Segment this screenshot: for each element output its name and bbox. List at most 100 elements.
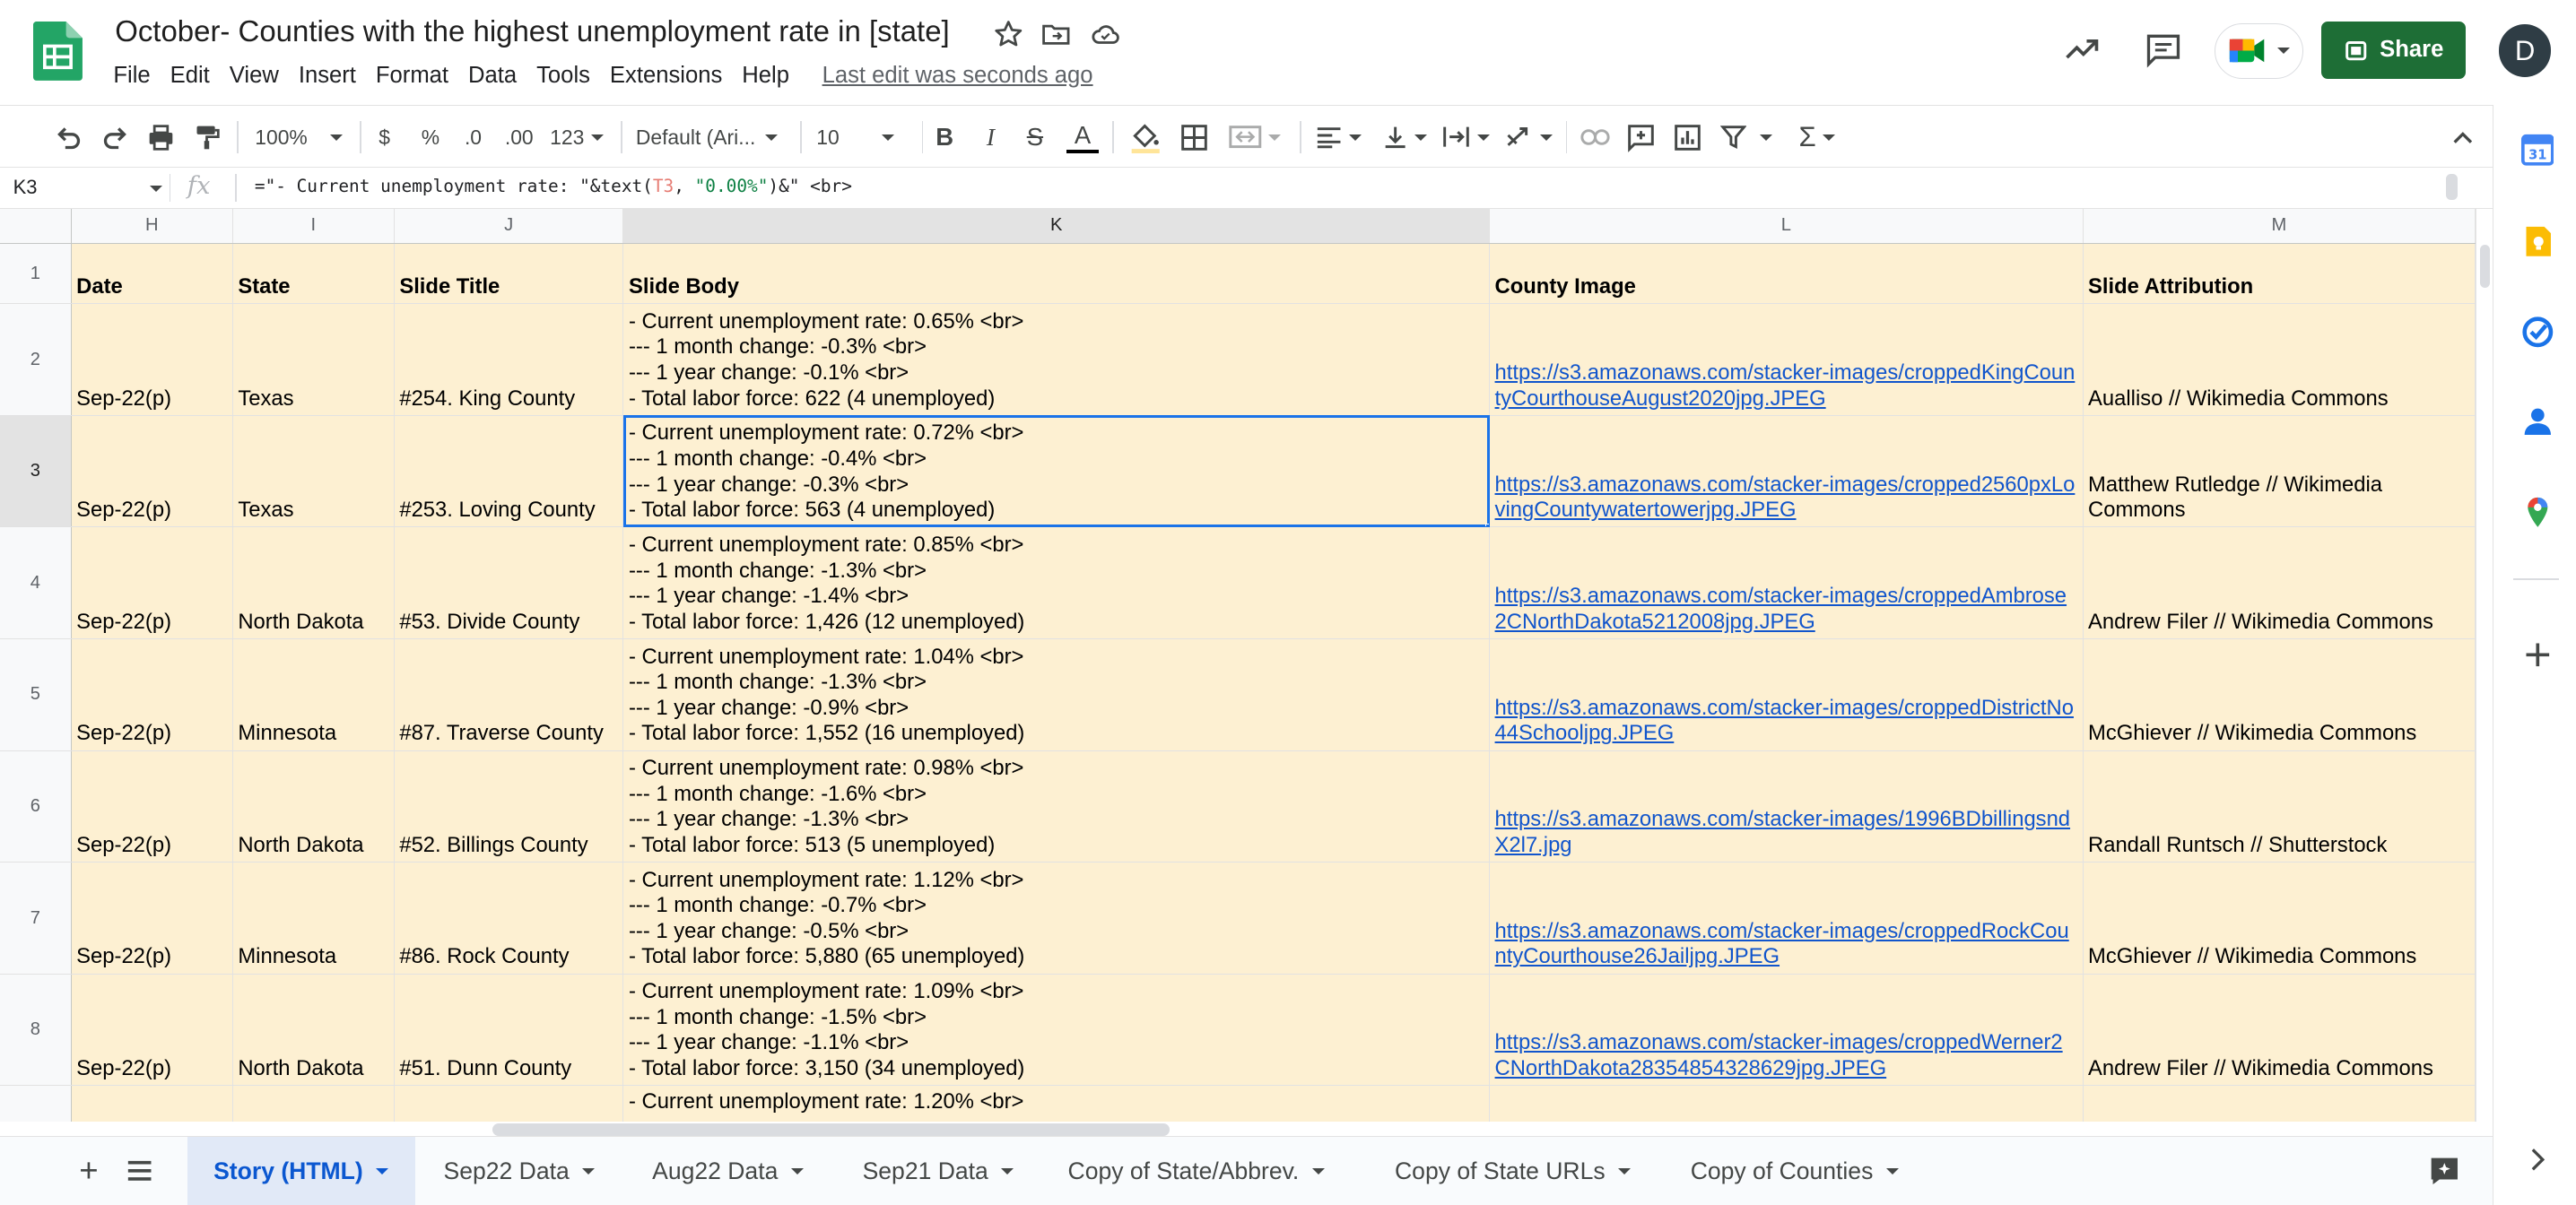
sheet-tab-sep21-data[interactable]: Sep21 Data <box>836 1137 1040 1204</box>
activity-trend-icon[interactable] <box>2062 30 2102 69</box>
date-cell[interactable]: Sep-22(p) <box>71 526 233 639</box>
formula-input[interactable]: ="- Current unemployment rate: "&text(T3… <box>255 176 852 196</box>
header-slide-body[interactable]: Slide Body <box>622 243 1491 305</box>
row-header[interactable]: 6 <box>0 750 72 863</box>
county-image-link[interactable]: https://s3.amazonaws.com/stacker-images/… <box>1495 584 2078 635</box>
sheet-tab-copy-of-counties[interactable]: Copy of Counties <box>1664 1137 1925 1204</box>
add-icon[interactable] <box>2521 638 2554 672</box>
slide-body-cell[interactable]: - Current unemployment rate: 1.04% <br> -… <box>622 638 1491 751</box>
slide-body-cell[interactable]: - Current unemployment rate: 0.98% <br> -… <box>622 750 1491 863</box>
text-color-button[interactable]: A <box>1065 121 1101 154</box>
name-box[interactable]: K3 <box>13 176 38 199</box>
slide-title-cell[interactable]: #87. Traverse County <box>394 638 624 751</box>
county-image-link[interactable]: https://s3.amazonaws.com/stacker-images/… <box>1495 807 2078 858</box>
explore-icon[interactable] <box>2426 1137 2462 1204</box>
strikethrough-button[interactable]: S <box>1020 121 1049 154</box>
menu-data[interactable]: Data <box>458 63 527 92</box>
menu-edit[interactable]: Edit <box>161 63 220 92</box>
state-cell[interactable]: Minnesota <box>232 638 395 751</box>
contacts-icon[interactable] <box>2521 405 2554 438</box>
column-header-k[interactable]: K <box>622 208 1491 244</box>
insert-link-icon[interactable] <box>1579 121 1612 154</box>
zoom-select[interactable]: 100% <box>249 121 348 154</box>
slide-title-cell[interactable] <box>394 1085 624 1122</box>
hide-side-panel-icon[interactable] <box>2521 1143 2554 1176</box>
percent-format-button[interactable]: % <box>415 121 445 154</box>
insert-comment-icon[interactable] <box>1624 121 1658 154</box>
slide-body-cell[interactable]: - Current unemployment rate: 1.12% <br> -… <box>622 862 1491 975</box>
county-image-cell[interactable]: https://s3.amazonaws.com/stacker-images/… <box>1489 526 2084 639</box>
text-rotation-icon[interactable] <box>1501 121 1554 154</box>
slide-title-cell[interactable]: #51. Dunn County <box>394 974 624 1087</box>
document-title[interactable]: October- Counties with the highest unemp… <box>115 14 950 48</box>
vertical-align-icon[interactable] <box>1379 121 1432 154</box>
calendar-icon[interactable]: 31 <box>2520 133 2554 166</box>
italic-button[interactable]: I <box>976 121 1005 154</box>
tasks-icon[interactable] <box>2521 316 2554 349</box>
sheet-tab-copy-of-state-abbrev[interactable]: Copy of State/Abbrev. <box>1041 1137 1351 1204</box>
header-date[interactable]: Date <box>71 243 233 305</box>
move-folder-icon[interactable] <box>1040 18 1073 51</box>
merge-cells-icon[interactable] <box>1225 121 1284 154</box>
insert-chart-icon[interactable] <box>1671 121 1704 154</box>
undo-icon[interactable] <box>53 121 86 154</box>
county-image-link[interactable]: https://s3.amazonaws.com/stacker-images/… <box>1495 360 2078 412</box>
attribution-cell[interactable]: Aualliso // Wikimedia Commons <box>2083 303 2476 416</box>
borders-icon[interactable] <box>1176 121 1212 154</box>
state-cell[interactable]: North Dakota <box>232 750 395 863</box>
date-cell[interactable] <box>71 1085 233 1122</box>
horizontal-align-icon[interactable] <box>1312 121 1365 154</box>
font-size-select[interactable]: 10 <box>816 121 909 154</box>
slide-title-cell[interactable]: #86. Rock County <box>394 862 624 975</box>
row-header[interactable] <box>0 1085 72 1122</box>
date-cell[interactable]: Sep-22(p) <box>71 974 233 1087</box>
attribution-cell[interactable]: Randall Runtsch // Shutterstock <box>2083 750 2476 863</box>
decrease-decimal-button[interactable]: .0 <box>458 121 488 154</box>
all-sheets-icon[interactable] <box>118 1137 161 1204</box>
filter-icon[interactable] <box>1717 121 1776 154</box>
add-sheet-icon[interactable]: + <box>65 1137 111 1204</box>
currency-format-button[interactable]: $ <box>371 121 397 154</box>
date-cell[interactable]: Sep-22(p) <box>71 862 233 975</box>
county-image-cell[interactable]: https://s3.amazonaws.com/stacker-images/… <box>1489 750 2084 863</box>
row-header[interactable]: 1 <box>0 243 72 305</box>
menu-tools[interactable]: Tools <box>527 63 600 92</box>
select-all-corner[interactable] <box>0 208 72 244</box>
county-image-cell[interactable]: https://s3.amazonaws.com/stacker-images/… <box>1489 303 2084 416</box>
date-cell[interactable]: Sep-22(p) <box>71 415 233 528</box>
paint-format-icon[interactable] <box>190 121 223 154</box>
attribution-cell[interactable]: Andrew Filer // Wikimedia Commons <box>2083 974 2476 1087</box>
bold-button[interactable]: B <box>930 121 960 154</box>
menu-insert[interactable]: Insert <box>289 63 366 92</box>
functions-icon[interactable]: Σ <box>1792 121 1841 154</box>
slide-body-cell[interactable]: - Current unemployment rate: 1.20% <br> <box>622 1085 1491 1122</box>
sheet-tab-copy-of-state-urls[interactable]: Copy of State URLs <box>1369 1137 1658 1204</box>
row-header[interactable]: 5 <box>0 638 72 751</box>
county-image-cell[interactable]: https://s3.amazonaws.com/stacker-images/… <box>1489 415 2084 528</box>
text-wrapping-icon[interactable] <box>1439 121 1492 154</box>
header-slide-title[interactable]: Slide Title <box>394 243 624 305</box>
county-image-link[interactable]: https://s3.amazonaws.com/stacker-images/… <box>1495 919 2078 970</box>
font-select[interactable]: Default (Ari... <box>636 121 788 154</box>
formula-bar-scroll[interactable] <box>2446 174 2459 201</box>
column-header-l[interactable]: L <box>1489 208 2084 244</box>
maps-icon[interactable] <box>2521 496 2554 529</box>
cloud-saved-icon[interactable] <box>1089 18 1122 51</box>
date-cell[interactable]: Sep-22(p) <box>71 750 233 863</box>
keep-icon[interactable] <box>2521 225 2554 258</box>
attribution-cell[interactable]: McGhiever // Wikimedia Commons <box>2083 862 2476 975</box>
county-image-link[interactable]: https://s3.amazonaws.com/stacker-images/… <box>1495 696 2078 747</box>
attribution-cell[interactable]: Matthew Rutledge // Wikimedia Commons <box>2083 415 2476 528</box>
county-image-cell[interactable]: https://s3.amazonaws.com/stacker-images/… <box>1489 974 2084 1087</box>
menu-extensions[interactable]: Extensions <box>600 63 732 92</box>
state-cell[interactable]: Minnesota <box>232 862 395 975</box>
header-state[interactable]: State <box>232 243 395 305</box>
county-image-link[interactable]: https://s3.amazonaws.com/stacker-images/… <box>1495 1030 2078 1081</box>
last-edit-link[interactable]: Last edit was seconds ago <box>813 63 1103 92</box>
slide-title-cell[interactable]: #53. Divide County <box>394 526 624 639</box>
comments-icon[interactable] <box>2144 30 2183 69</box>
slide-title-cell[interactable]: #52. Billings County <box>394 750 624 863</box>
sheet-tab-story-html[interactable]: Story (HTML) <box>187 1137 415 1205</box>
column-header-j[interactable]: J <box>394 208 624 244</box>
row-header[interactable]: 4 <box>0 526 72 639</box>
